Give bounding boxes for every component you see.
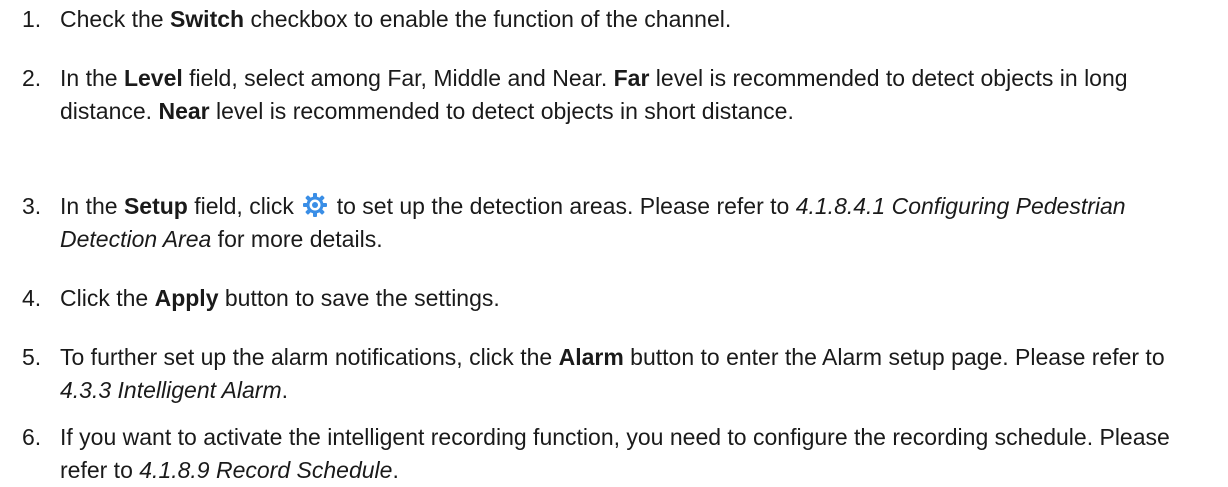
step-text: If you want to activate the intelligent … xyxy=(60,424,1170,483)
step-text: In the Setup field, click to set up the … xyxy=(60,193,1126,252)
step-text: Check the Switch checkbox to enable the … xyxy=(60,6,732,32)
step-number: 2. xyxy=(22,65,42,91)
ui-term-setup: Setup xyxy=(123,193,188,219)
step-number: 5. xyxy=(22,344,42,370)
step-number: 4. xyxy=(22,285,42,311)
ui-term-level: Level xyxy=(123,65,183,91)
ui-term-near: Near xyxy=(158,98,210,124)
ui-term-apply: Apply xyxy=(154,285,219,311)
ui-term-far: Far xyxy=(613,65,650,91)
reference-link: 4.1.8.9 Record Schedule xyxy=(139,457,393,483)
reference-link: 4.3.3 Intelligent Alarm xyxy=(60,377,282,403)
step-text: In the Level field, select among Far, Mi… xyxy=(60,65,1128,124)
step-number: 6. xyxy=(22,424,42,450)
gear-icon xyxy=(303,193,328,217)
step-text: To further set up the alarm notification… xyxy=(60,344,1165,403)
step-text: Click the Apply button to save the setti… xyxy=(60,285,500,311)
step-number: 1. xyxy=(22,6,42,32)
step-number: 3. xyxy=(22,193,42,219)
ui-term-switch: Switch xyxy=(169,6,245,32)
ui-term-alarm: Alarm xyxy=(558,344,624,370)
